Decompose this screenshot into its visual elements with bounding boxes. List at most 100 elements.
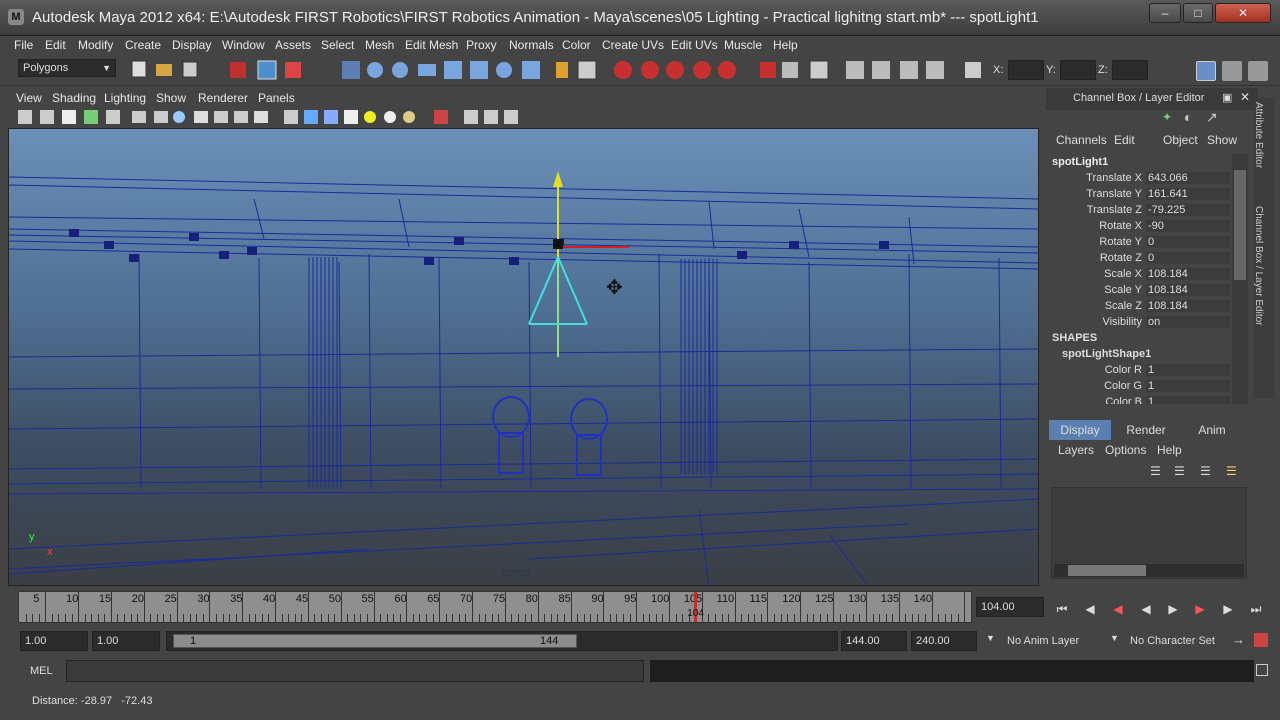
menu-window[interactable]: Window (222, 38, 265, 52)
time-slider[interactable]: 5 10 15 20 25 30 35 40 45 50 55 60 65 70 75 80 85 90 95 100… (18, 591, 972, 623)
layer-tab-anim[interactable]: Anim (1181, 420, 1243, 440)
slider-icon[interactable]: ↗ (1206, 109, 1218, 126)
channel-value[interactable]: 1 (1146, 396, 1230, 404)
layer-tab-display[interactable]: Display (1049, 420, 1111, 440)
channel-value[interactable]: 1 (1146, 364, 1230, 376)
menu-set-dropdown[interactable]: Polygons ▼ (18, 59, 116, 77)
channel-menu-channels[interactable]: Channels (1056, 133, 1107, 147)
menu-proxy[interactable]: Proxy (466, 38, 497, 52)
go-to-start-button[interactable]: ⏮ (1051, 600, 1073, 618)
mel-label[interactable]: MEL (30, 665, 53, 677)
channel-row[interactable]: Translate Y 161.641 (1050, 188, 1230, 204)
start-time-field[interactable]: 1.00 (20, 631, 88, 651)
y-field[interactable] (1060, 60, 1096, 80)
range-slider-track[interactable]: 1 144 (166, 631, 838, 651)
channel-value[interactable]: 161.641 (1146, 188, 1230, 200)
channel-row[interactable]: Scale Y 108.184 (1050, 284, 1230, 300)
panel-menu-view[interactable]: View (16, 91, 42, 105)
channel-value[interactable]: 108.184 (1146, 284, 1230, 296)
minimize-button[interactable]: – (1149, 3, 1181, 23)
channel-row[interactable]: Rotate X -90 (1050, 220, 1230, 236)
layer-down-icon[interactable]: ☰ (1226, 464, 1237, 478)
menu-create[interactable]: Create (125, 38, 161, 52)
channel-row[interactable]: Rotate Z 0 (1050, 252, 1230, 268)
scroll-thumb[interactable] (1234, 170, 1246, 280)
layer-tab-render[interactable]: Render (1115, 420, 1177, 440)
command-input[interactable] (66, 660, 644, 682)
playback-end-field[interactable]: 144.00 (841, 631, 907, 651)
character-set-chevron-icon[interactable]: ▼ (1110, 633, 1119, 643)
layer-menu-layers[interactable]: Layers (1058, 443, 1094, 457)
channel-menu-edit[interactable]: Edit (1114, 133, 1135, 147)
panel-menu-show[interactable]: Show (156, 91, 186, 105)
channel-value[interactable]: 0 (1146, 252, 1230, 264)
range-slider-bar[interactable]: 1 144 (173, 634, 577, 648)
menu-help[interactable]: Help (773, 38, 798, 52)
playback-start-field[interactable]: 1.00 (92, 631, 160, 651)
menu-normals[interactable]: Normals (509, 38, 554, 52)
manip-icon[interactable]: ◐ (1184, 109, 1192, 125)
panel-menu-lighting[interactable]: Lighting (104, 91, 146, 105)
new-layer-selected-icon[interactable]: ☰ (1174, 464, 1185, 478)
layer-h-scrollbar[interactable] (1054, 564, 1244, 577)
channel-row[interactable]: Translate Z -79.225 (1050, 204, 1230, 220)
channel-row[interactable]: Translate X 643.066 (1050, 172, 1230, 188)
current-time-field[interactable]: 104.00 (976, 597, 1044, 617)
perspective-viewport[interactable]: y x persp ✥ (8, 128, 1039, 586)
tool-settings-toggle-icon[interactable] (1248, 61, 1268, 81)
anim-layer-label[interactable]: No Anim Layer (1007, 635, 1079, 647)
play-forward-button[interactable]: ▶ (1162, 600, 1184, 618)
step-forward-key-button[interactable]: ▶ (1217, 600, 1239, 618)
menu-edit-uvs[interactable]: Edit UVs (671, 38, 718, 52)
channel-value[interactable]: -90 (1146, 220, 1230, 232)
channel-value[interactable]: 0 (1146, 236, 1230, 248)
layer-scroll-thumb[interactable] (1068, 565, 1146, 576)
channel-value[interactable]: 108.184 (1146, 268, 1230, 280)
channel-row[interactable]: Color B 1 (1050, 396, 1230, 404)
tab-attribute-editor[interactable]: Attribute Editor (1253, 102, 1264, 168)
step-back-frame-button[interactable]: ◀ (1107, 600, 1129, 618)
menu-create-uvs[interactable]: Create UVs (602, 38, 664, 52)
script-editor-icon[interactable] (1256, 664, 1268, 676)
panel-menu-renderer[interactable]: Renderer (198, 91, 248, 105)
panel-menu-panels[interactable]: Panels (258, 91, 295, 105)
channel-scrollbar[interactable] (1232, 154, 1248, 404)
panel-menu-shading[interactable]: Shading (52, 91, 96, 105)
channel-row[interactable]: Scale Z 108.184 (1050, 300, 1230, 316)
go-to-end-button[interactable]: ⏭ (1245, 600, 1267, 618)
menu-display[interactable]: Display (172, 38, 211, 52)
channel-menu-show[interactable]: Show (1207, 133, 1237, 147)
menu-edit[interactable]: Edit (45, 38, 66, 52)
channel-menu-object[interactable]: Object (1163, 133, 1198, 147)
layer-menu-help[interactable]: Help (1157, 443, 1182, 457)
maximize-button[interactable]: □ (1183, 3, 1213, 23)
menu-muscle[interactable]: Muscle (724, 38, 762, 52)
character-set-label[interactable]: No Character Set (1130, 635, 1215, 647)
channel-value[interactable]: 643.066 (1146, 172, 1230, 184)
new-layer-icon[interactable]: ☰ (1150, 464, 1161, 478)
x-field[interactable] (1008, 60, 1044, 80)
menu-file[interactable]: File (14, 38, 33, 52)
menu-assets[interactable]: Assets (275, 38, 311, 52)
channel-row[interactable]: Rotate Y 0 (1050, 236, 1230, 252)
menu-modify[interactable]: Modify (78, 38, 113, 52)
z-field[interactable] (1112, 60, 1148, 80)
menu-mesh[interactable]: Mesh (365, 38, 394, 52)
menu-select[interactable]: Select (321, 38, 354, 52)
attribute-editor-toggle-icon[interactable] (1222, 61, 1242, 81)
channel-value[interactable]: 108.184 (1146, 300, 1230, 312)
step-back-key-button[interactable]: ◀ (1079, 600, 1101, 618)
auto-key-icon[interactable]: → (1232, 632, 1245, 647)
channel-box-toggle-icon[interactable] (1196, 61, 1216, 81)
channel-value[interactable]: on (1146, 316, 1230, 328)
channel-list[interactable]: spotLight1 Translate X 643.066 Translate Y… (1050, 154, 1234, 404)
layer-up-icon[interactable]: ☰ (1200, 464, 1211, 478)
step-forward-frame-button[interactable]: ▶ (1189, 600, 1211, 618)
menu-edit-mesh[interactable]: Edit Mesh (405, 38, 458, 52)
layer-menu-options[interactable]: Options (1105, 443, 1146, 457)
play-backward-button[interactable]: ◀ (1135, 600, 1157, 618)
channel-row[interactable]: Scale X 108.184 (1050, 268, 1230, 284)
close-button[interactable]: ✕ (1215, 3, 1271, 23)
channel-value[interactable]: 1 (1146, 380, 1230, 392)
preferences-icon[interactable] (1254, 633, 1268, 647)
